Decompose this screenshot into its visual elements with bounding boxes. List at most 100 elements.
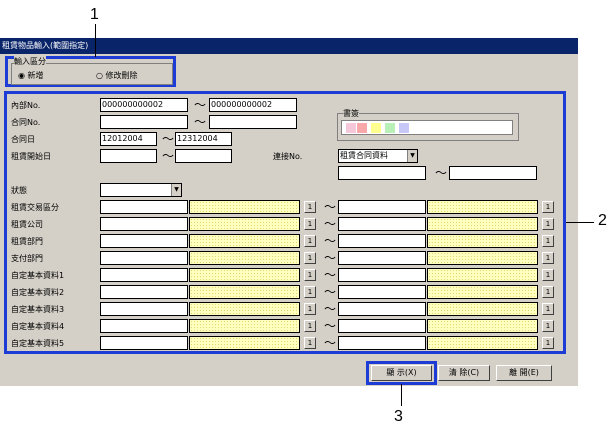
range-row-label: 自定基本資料1 <box>11 271 65 280</box>
internal-no-label: 內部No. <box>11 101 41 110</box>
range-to-name-field <box>427 200 538 214</box>
range-to-name-field <box>427 285 538 299</box>
range-to-name-field <box>427 217 538 231</box>
status-label: 狀態 <box>11 186 27 195</box>
range-to-lookup-button[interactable]: 1 <box>542 252 554 264</box>
tilde: ～ <box>324 234 337 248</box>
callout-3-number: 3 <box>394 408 403 425</box>
range-row-label: 租賃部門 <box>11 237 43 246</box>
range-row-label: 租賃交易區分 <box>11 203 59 212</box>
callout-2-number: 2 <box>598 212 607 229</box>
range-to-lookup-button[interactable]: 1 <box>542 320 554 332</box>
contract-no-from-input[interactable] <box>100 115 188 129</box>
window-title: 租賃物品輸入(範圍指定) <box>2 41 89 50</box>
callout-3-line <box>401 384 402 406</box>
range-row-label: 自定基本資料5 <box>11 339 65 348</box>
range-from-code-input[interactable] <box>100 234 188 248</box>
callout-1-line <box>95 24 96 57</box>
range-to-name-field <box>427 268 538 282</box>
range-from-code-input[interactable] <box>100 251 188 265</box>
range-from-name-field <box>189 217 300 231</box>
range-from-name-field <box>189 251 300 265</box>
close-button[interactable]: 離 開(E) <box>496 365 552 381</box>
tilde: ～ <box>194 115 207 129</box>
range-from-lookup-button[interactable]: 1 <box>304 235 316 247</box>
range-to-lookup-button[interactable]: 1 <box>542 218 554 230</box>
range-from-code-input[interactable] <box>100 268 188 282</box>
range-from-name-field <box>189 234 300 248</box>
range-from-name-field <box>189 268 300 282</box>
range-row-label: 支付部門 <box>11 254 43 263</box>
range-to-code-input[interactable] <box>338 336 426 350</box>
title-bar: 租賃物品輸入(範圍指定) <box>0 38 578 54</box>
range-from-lookup-button[interactable]: 1 <box>304 269 316 281</box>
range-from-name-field <box>189 285 300 299</box>
lease-start-date-from-input[interactable] <box>100 149 157 163</box>
range-from-lookup-button[interactable]: 1 <box>304 320 316 332</box>
range-from-lookup-button[interactable]: 1 <box>304 201 316 213</box>
range-to-name-field <box>427 302 538 316</box>
range-to-name-field <box>427 251 538 265</box>
range-from-code-input[interactable] <box>100 200 188 214</box>
radio-add[interactable]: ◉ 新增 <box>18 70 44 81</box>
range-from-lookup-button[interactable]: 1 <box>304 286 316 298</box>
dropdown-arrow-icon[interactable]: ▼ <box>171 184 181 196</box>
document-icon-red <box>357 123 367 133</box>
tilde: ～ <box>324 302 337 316</box>
range-to-name-field <box>427 319 538 333</box>
range-from-code-input[interactable] <box>100 319 188 333</box>
range-from-name-field <box>189 336 300 350</box>
lease-start-date-label: 租賃開始日 <box>11 152 51 161</box>
tilde: ～ <box>162 132 175 146</box>
document-icon-pink <box>346 123 356 133</box>
range-to-lookup-button[interactable]: 1 <box>542 337 554 349</box>
range-from-code-input[interactable] <box>100 217 188 231</box>
range-from-code-input[interactable] <box>100 285 188 299</box>
range-from-code-input[interactable] <box>100 302 188 316</box>
document-panel[interactable] <box>341 120 513 135</box>
range-to-code-input[interactable] <box>338 302 426 316</box>
radio-modify-delete[interactable]: ○ 修改刪除 <box>96 70 138 81</box>
range-to-code-input[interactable] <box>338 268 426 282</box>
range-to-code-input[interactable] <box>338 251 426 265</box>
range-from-code-input[interactable] <box>100 336 188 350</box>
range-from-lookup-button[interactable]: 1 <box>304 218 316 230</box>
input-type-label: 輸入區分 <box>14 56 46 67</box>
contract-date-from-input[interactable]: 12012004 <box>100 132 157 146</box>
range-from-lookup-button[interactable]: 1 <box>304 337 316 349</box>
range-to-lookup-button[interactable]: 1 <box>542 235 554 247</box>
range-row-label: 自定基本資料2 <box>11 288 65 297</box>
status-select[interactable]: ▼ <box>100 183 182 197</box>
range-to-lookup-button[interactable]: 1 <box>542 286 554 298</box>
tilde: ～ <box>435 166 448 180</box>
range-to-code-input[interactable] <box>338 234 426 248</box>
range-to-code-input[interactable] <box>338 319 426 333</box>
display-button[interactable]: 顯 示(X) <box>371 365 432 381</box>
link-no-from-input[interactable] <box>338 166 426 180</box>
contract-date-to-input[interactable]: 12312004 <box>175 132 232 146</box>
range-from-lookup-button[interactable]: 1 <box>304 303 316 315</box>
link-no-to-input[interactable] <box>449 166 537 180</box>
range-to-lookup-button[interactable]: 1 <box>542 303 554 315</box>
clear-button[interactable]: 清 除(C) <box>438 365 490 381</box>
dropdown-arrow-icon[interactable]: ▼ <box>407 150 417 162</box>
range-to-code-input[interactable] <box>338 200 426 214</box>
range-from-name-field <box>189 319 300 333</box>
contract-no-to-input[interactable] <box>209 115 297 129</box>
range-to-code-input[interactable] <box>338 217 426 231</box>
range-from-name-field <box>189 200 300 214</box>
range-to-lookup-button[interactable]: 1 <box>542 201 554 213</box>
tilde: ～ <box>324 200 337 214</box>
lease-start-date-to-input[interactable] <box>175 149 232 163</box>
callout-1-number: 1 <box>90 6 99 23</box>
range-from-lookup-button[interactable]: 1 <box>304 252 316 264</box>
tilde: ～ <box>194 98 207 112</box>
link-no-select[interactable]: 租賃合同資料 ▼ <box>338 149 418 163</box>
range-to-lookup-button[interactable]: 1 <box>542 269 554 281</box>
internal-no-to-input[interactable]: 000000000002 <box>209 98 297 112</box>
range-to-code-input[interactable] <box>338 285 426 299</box>
internal-no-from-input[interactable]: 000000000002 <box>100 98 188 112</box>
document-icon-blue <box>399 123 409 133</box>
document-icon-green <box>385 123 395 133</box>
link-no-label: 連接No. <box>273 152 303 161</box>
